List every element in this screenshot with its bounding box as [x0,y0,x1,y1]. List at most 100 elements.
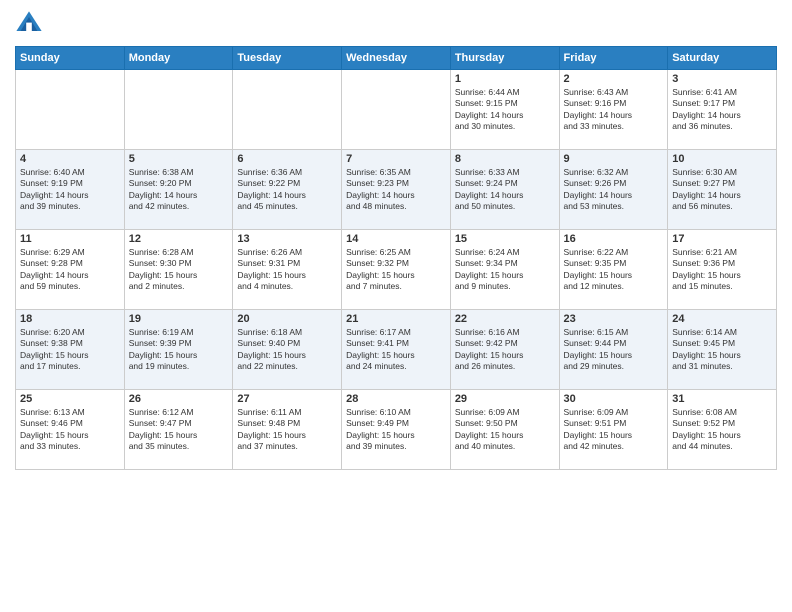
day-number: 5 [129,153,229,165]
logo [15,10,47,38]
day-number: 28 [346,393,446,405]
day-info: Sunrise: 6:17 AMSunset: 9:41 PMDaylight:… [346,327,446,373]
day-info: Sunrise: 6:25 AMSunset: 9:32 PMDaylight:… [346,247,446,293]
day-number: 11 [20,233,120,245]
week-row-5: 25 Sunrise: 6:13 AMSunset: 9:46 PMDayligh… [16,390,777,470]
day-info: Sunrise: 6:29 AMSunset: 9:28 PMDaylight:… [20,247,120,293]
day-number: 4 [20,153,120,165]
day-cell: 13Sunrise: 6:26 AMSunset: 9:31 PMDayligh… [233,230,342,310]
day-cell: 29 Sunrise: 6:09 AMSunset: 9:50 PMDayligh… [450,390,559,470]
day-cell: 15 Sunrise: 6:24 AMSunset: 9:34 PMDayligh… [450,230,559,310]
day-info: Sunrise: 6:32 AMSunset: 9:26 PMDaylight:… [564,167,664,213]
day-number: 8 [455,153,555,165]
day-info: Sunrise: 6:13 AMSunset: 9:46 PMDaylight:… [20,407,120,453]
day-cell: 10 Sunrise: 6:30 AMSunset: 9:27 PMDayligh… [668,150,777,230]
day-info: Sunrise: 6:28 AMSunset: 9:30 PMDaylight:… [129,247,229,293]
day-cell: 16Sunrise: 6:22 AMSunset: 9:35 PMDayligh… [559,230,668,310]
calendar-header: SundayMondayTuesdayWednesdayThursdayFrid… [16,47,777,70]
day-cell: 14Sunrise: 6:25 AMSunset: 9:32 PMDayligh… [342,230,451,310]
day-cell: 3 Sunrise: 6:41 AMSunset: 9:17 PMDaylight… [668,70,777,150]
week-row-2: 4Sunrise: 6:40 AMSunset: 9:19 PMDaylight… [16,150,777,230]
day-cell: 25 Sunrise: 6:13 AMSunset: 9:46 PMDayligh… [16,390,125,470]
day-header-thursday: Thursday [450,47,559,70]
day-cell: 30 Sunrise: 6:09 AMSunset: 9:51 PMDayligh… [559,390,668,470]
day-header-saturday: Saturday [668,47,777,70]
day-number: 1 [455,73,555,85]
day-number: 30 [564,393,664,405]
day-cell [233,70,342,150]
day-number: 17 [672,233,772,245]
day-cell: 9 Sunrise: 6:32 AMSunset: 9:26 PMDaylight… [559,150,668,230]
day-cell: 8 Sunrise: 6:33 AMSunset: 9:24 PMDaylight… [450,150,559,230]
day-cell: 11 Sunrise: 6:29 AMSunset: 9:28 PMDayligh… [16,230,125,310]
day-number: 13 [237,233,337,245]
day-info: Sunrise: 6:30 AMSunset: 9:27 PMDaylight:… [672,167,772,213]
day-number: 29 [455,393,555,405]
day-info: Sunrise: 6:21 AMSunset: 9:36 PMDaylight:… [672,247,772,293]
day-cell: 24 Sunrise: 6:14 AMSunset: 9:45 PMDayligh… [668,310,777,390]
day-number: 25 [20,393,120,405]
day-header-sunday: Sunday [16,47,125,70]
page: SundayMondayTuesdayWednesdayThursdayFrid… [0,0,792,612]
day-info: Sunrise: 6:15 AMSunset: 9:44 PMDaylight:… [564,327,664,373]
day-number: 2 [564,73,664,85]
day-cell [124,70,233,150]
day-info: Sunrise: 6:43 AMSunset: 9:16 PMDaylight:… [564,87,664,133]
day-number: 22 [455,313,555,325]
day-cell: 19Sunrise: 6:19 AMSunset: 9:39 PMDayligh… [124,310,233,390]
day-info: Sunrise: 6:35 AMSunset: 9:23 PMDaylight:… [346,167,446,213]
day-header-row: SundayMondayTuesdayWednesdayThursdayFrid… [16,47,777,70]
day-info: Sunrise: 6:44 AMSunset: 9:15 PMDaylight:… [455,87,555,133]
day-cell: 12 Sunrise: 6:28 AMSunset: 9:30 PMDayligh… [124,230,233,310]
day-cell: 27 Sunrise: 6:11 AMSunset: 9:48 PMDayligh… [233,390,342,470]
day-number: 20 [237,313,337,325]
day-cell: 20 Sunrise: 6:18 AMSunset: 9:40 PMDayligh… [233,310,342,390]
day-number: 3 [672,73,772,85]
day-number: 31 [672,393,772,405]
day-info: Sunrise: 6:20 AMSunset: 9:38 PMDaylight:… [20,327,120,373]
day-number: 9 [564,153,664,165]
header [15,10,777,38]
day-info: Sunrise: 6:09 AMSunset: 9:51 PMDaylight:… [564,407,664,453]
calendar: SundayMondayTuesdayWednesdayThursdayFrid… [15,46,777,470]
day-number: 15 [455,233,555,245]
day-info: Sunrise: 6:33 AMSunset: 9:24 PMDaylight:… [455,167,555,213]
day-info: Sunrise: 6:36 AMSunset: 9:22 PMDaylight:… [237,167,337,213]
day-header-friday: Friday [559,47,668,70]
day-number: 16 [564,233,664,245]
day-info: Sunrise: 6:14 AMSunset: 9:45 PMDaylight:… [672,327,772,373]
day-info: Sunrise: 6:38 AMSunset: 9:20 PMDaylight:… [129,167,229,213]
day-number: 18 [20,313,120,325]
day-cell: 4Sunrise: 6:40 AMSunset: 9:19 PMDaylight… [16,150,125,230]
day-info: Sunrise: 6:41 AMSunset: 9:17 PMDaylight:… [672,87,772,133]
day-cell: 23 Sunrise: 6:15 AMSunset: 9:44 PMDayligh… [559,310,668,390]
day-header-wednesday: Wednesday [342,47,451,70]
day-number: 23 [564,313,664,325]
day-cell: 22Sunrise: 6:16 AMSunset: 9:42 PMDayligh… [450,310,559,390]
day-number: 12 [129,233,229,245]
day-cell [16,70,125,150]
week-row-3: 11 Sunrise: 6:29 AMSunset: 9:28 PMDayligh… [16,230,777,310]
day-cell: 2 Sunrise: 6:43 AMSunset: 9:16 PMDaylight… [559,70,668,150]
day-number: 10 [672,153,772,165]
week-row-1: 1 Sunrise: 6:44 AMSunset: 9:15 PMDaylight… [16,70,777,150]
day-info: Sunrise: 6:24 AMSunset: 9:34 PMDaylight:… [455,247,555,293]
day-info: Sunrise: 6:08 AMSunset: 9:52 PMDaylight:… [672,407,772,453]
day-number: 27 [237,393,337,405]
day-number: 24 [672,313,772,325]
day-number: 6 [237,153,337,165]
day-info: Sunrise: 6:11 AMSunset: 9:48 PMDaylight:… [237,407,337,453]
week-row-4: 18 Sunrise: 6:20 AMSunset: 9:38 PMDayligh… [16,310,777,390]
day-info: Sunrise: 6:12 AMSunset: 9:47 PMDaylight:… [129,407,229,453]
day-cell: 5 Sunrise: 6:38 AMSunset: 9:20 PMDaylight… [124,150,233,230]
day-cell: 17 Sunrise: 6:21 AMSunset: 9:36 PMDayligh… [668,230,777,310]
day-cell: 28 Sunrise: 6:10 AMSunset: 9:49 PMDayligh… [342,390,451,470]
day-number: 19 [129,313,229,325]
day-header-monday: Monday [124,47,233,70]
day-number: 21 [346,313,446,325]
day-number: 7 [346,153,446,165]
day-info: Sunrise: 6:18 AMSunset: 9:40 PMDaylight:… [237,327,337,373]
day-info: Sunrise: 6:10 AMSunset: 9:49 PMDaylight:… [346,407,446,453]
day-cell: 18 Sunrise: 6:20 AMSunset: 9:38 PMDayligh… [16,310,125,390]
day-info: Sunrise: 6:09 AMSunset: 9:50 PMDaylight:… [455,407,555,453]
